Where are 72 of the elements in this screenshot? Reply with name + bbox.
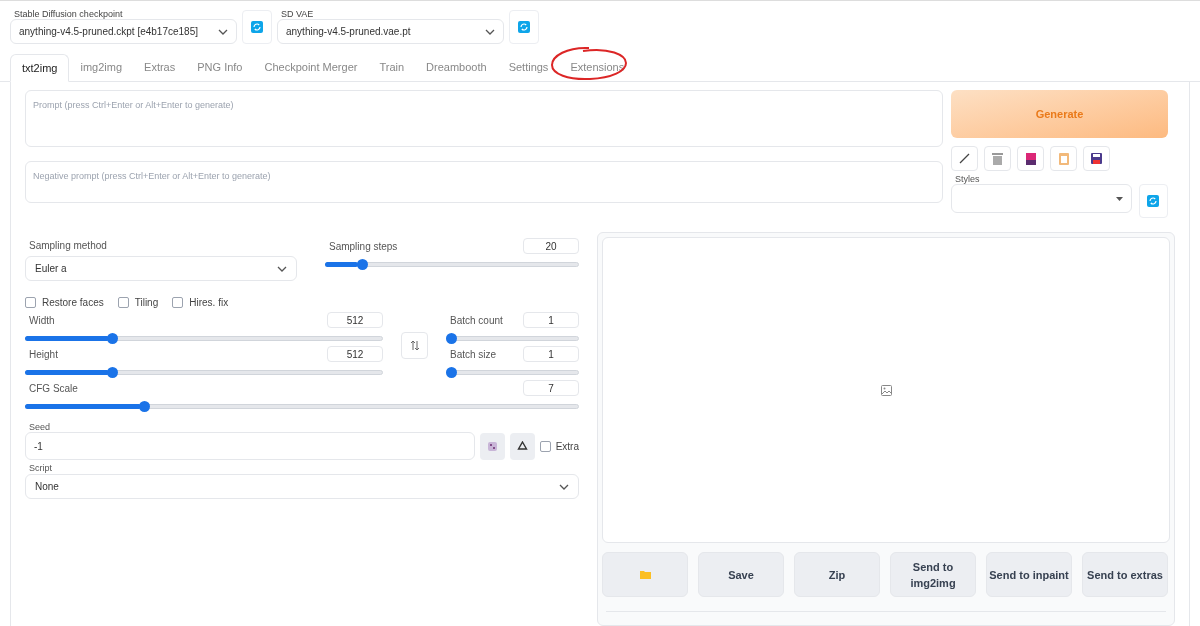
tab[interactable]: Checkpoint Merger xyxy=(253,53,369,81)
checkbox[interactable] xyxy=(25,297,36,308)
refresh-icon xyxy=(251,21,263,33)
styles-label: Styles xyxy=(955,174,981,184)
image-icon xyxy=(880,384,892,396)
number-field[interactable]: 7 xyxy=(523,380,579,396)
refresh-icon xyxy=(1147,195,1160,207)
chevron-down-icon xyxy=(277,265,287,272)
checkbox-label: Hires. fix xyxy=(189,296,229,310)
checkbox[interactable] xyxy=(539,440,551,452)
slider-label: Width xyxy=(29,314,55,328)
tab[interactable]: img2img xyxy=(69,53,134,81)
tab[interactable]: Train xyxy=(368,53,416,81)
output-button[interactable]: Send to extras xyxy=(1082,552,1168,597)
floppy-icon xyxy=(1091,153,1102,164)
save-style-button[interactable] xyxy=(1083,146,1110,171)
dropdown-label: SD VAE xyxy=(281,9,315,19)
tab[interactable]: Dreambooth xyxy=(415,53,498,81)
sampling-method-label: Sampling method xyxy=(29,239,108,253)
clipboard-button[interactable] xyxy=(1050,146,1077,171)
card-icon xyxy=(1025,152,1036,165)
seed-label: Seed xyxy=(29,422,52,432)
swap-arrows-icon xyxy=(410,339,419,351)
chevron-down-icon xyxy=(559,483,569,490)
tab[interactable]: Extras xyxy=(133,53,187,81)
tab[interactable]: txt2img xyxy=(10,54,70,82)
tab[interactable]: PNG Info xyxy=(186,53,254,81)
dice-icon xyxy=(487,440,499,452)
sampling-method-dropdown[interactable]: Euler a xyxy=(25,256,297,281)
chevron-down-icon xyxy=(485,28,495,35)
tab[interactable]: Settings xyxy=(497,53,560,81)
output-button[interactable]: Save xyxy=(698,552,784,597)
number-field[interactable]: 1 xyxy=(523,312,579,328)
refresh-icon xyxy=(518,21,530,33)
output-button[interactable]: Zip xyxy=(794,552,880,597)
checkbox-label: Tiling xyxy=(134,296,159,310)
slider-label: Batch size xyxy=(450,348,497,362)
number-field[interactable]: 512 xyxy=(327,312,383,328)
refresh-button[interactable] xyxy=(509,10,539,44)
trash-icon xyxy=(992,152,1003,165)
slider-label: Height xyxy=(29,348,58,362)
trash-button[interactable] xyxy=(984,146,1011,171)
vae-dropdown[interactable]: anything-v4.5-pruned.vae.pt xyxy=(277,19,504,44)
output-button[interactable]: Send to inpaint xyxy=(986,552,1072,597)
chevron-down-icon xyxy=(218,28,228,35)
slider-label: CFG Scale xyxy=(29,382,78,396)
folder-icon xyxy=(639,570,651,579)
checkbox[interactable] xyxy=(117,297,129,308)
card-button[interactable] xyxy=(1017,146,1044,171)
swap-button[interactable] xyxy=(401,331,428,359)
pencil-icon xyxy=(959,153,970,164)
slider-label: Batch count xyxy=(450,314,503,328)
output-button[interactable]: Send to img2img xyxy=(890,552,976,597)
number-field[interactable]: 512 xyxy=(327,346,383,362)
number-field[interactable]: 1 xyxy=(523,346,579,362)
number-field[interactable]: 20 xyxy=(523,238,579,254)
script-dropdown[interactable]: None xyxy=(25,474,579,499)
checkbox-label: Restore faces xyxy=(42,296,104,310)
caret-icon xyxy=(1115,196,1123,201)
checkbox[interactable] xyxy=(172,297,184,308)
dropdown-label: Stable Diffusion checkpoint xyxy=(14,9,124,19)
script-label: Script xyxy=(29,462,53,474)
refresh-button[interactable] xyxy=(1138,184,1168,218)
extra-label: Extra xyxy=(555,439,579,454)
pencil-button[interactable] xyxy=(951,146,978,171)
open-folder-button[interactable] xyxy=(602,552,688,597)
clipboard-icon xyxy=(1058,152,1069,165)
refresh-button[interactable] xyxy=(242,10,272,44)
checkpoint-dropdown[interactable]: anything-v4.5-pruned.ckpt [e4b17ce185] xyxy=(10,19,237,44)
tab[interactable]: Extensions xyxy=(559,53,636,81)
seed-field[interactable]: -1 xyxy=(25,432,476,460)
slider-label: Sampling steps xyxy=(329,240,398,254)
